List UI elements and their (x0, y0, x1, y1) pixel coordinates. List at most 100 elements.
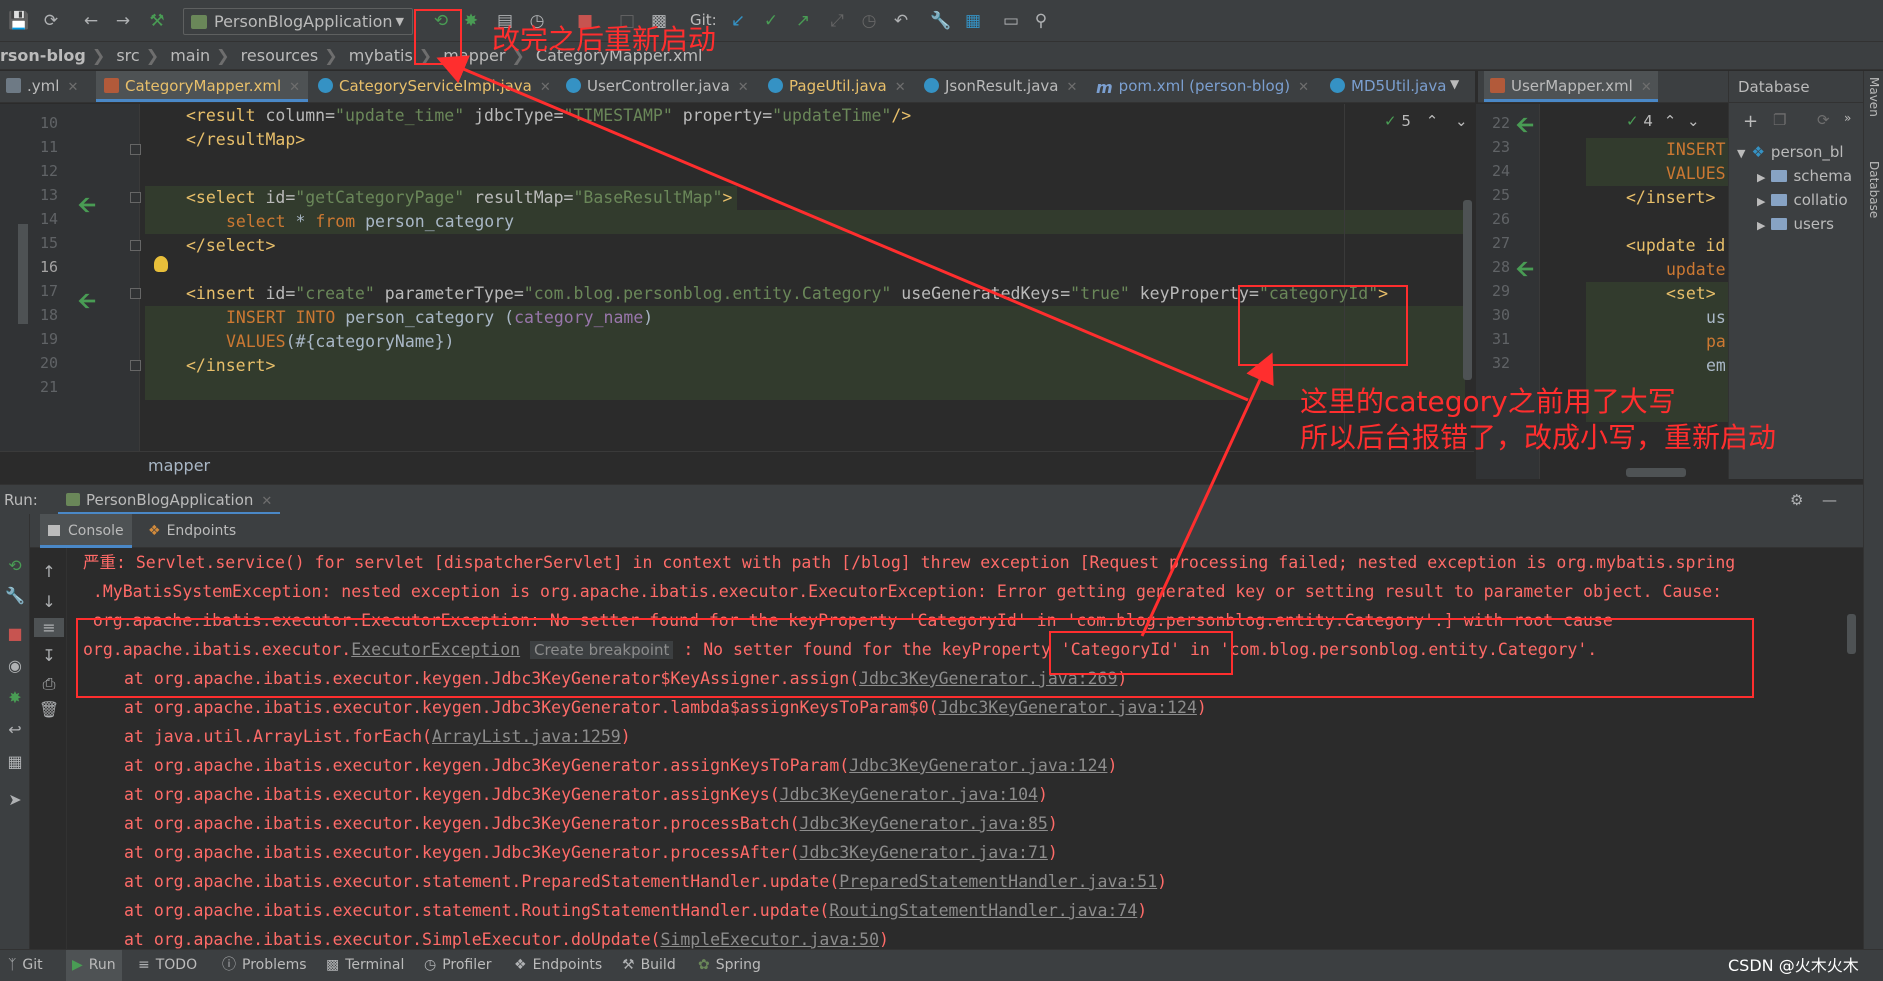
run-configuration-select[interactable]: PersonBlogApplication ▼ (183, 8, 413, 35)
git-tool-button[interactable]: ᛉ Git (8, 950, 43, 981)
tab-category-mapper[interactable]: CategoryMapper.xml ✕ (96, 71, 309, 102)
database-tool-button[interactable]: Database (1867, 161, 1881, 218)
tab-category-service-impl[interactable]: CategoryServiceImpl.java ✕ (318, 71, 551, 102)
close-icon[interactable]: ✕ (1066, 80, 1077, 95)
camera-icon[interactable]: ◉ (0, 656, 30, 675)
close-icon[interactable]: ✕ (67, 80, 78, 95)
gear-icon[interactable]: ⚙ (1790, 485, 1803, 515)
refresh-icon[interactable]: ⟳ (1817, 111, 1830, 129)
tab-console[interactable]: Console (40, 514, 132, 548)
git-commit-icon[interactable]: ✓ (760, 10, 782, 32)
search-icon[interactable]: ⚲ (1030, 10, 1052, 32)
settings-wrench-icon[interactable]: 🔧 (930, 10, 952, 32)
navigate-to-interface-icon[interactable]: 🡨 (1516, 108, 1534, 146)
db-tree-item[interactable]: ▶ schema (1757, 167, 1852, 185)
terminal-tool-button[interactable]: ▩ Terminal (326, 950, 404, 981)
source-link[interactable]: Jdbc3KeyGenerator.java:104 (780, 785, 1038, 804)
scroll-down-icon[interactable]: ↓ (34, 592, 64, 611)
tab-md5-util[interactable]: MD5Util.java (1330, 71, 1446, 102)
soft-wrap-icon[interactable]: ≡ (34, 618, 64, 637)
problems-tool-button[interactable]: ⓘ Problems (222, 950, 307, 981)
tab-user-controller[interactable]: UserController.java ✕ (566, 71, 749, 102)
close-icon[interactable]: ✕ (738, 80, 749, 95)
navigate-to-interface-icon[interactable]: 🡨 (1516, 252, 1534, 290)
db-tree-root[interactable]: ▼ ❖ person_bl (1737, 143, 1844, 161)
scroll-to-end-icon[interactable]: ↧ (34, 646, 64, 665)
add-icon[interactable]: + (1743, 111, 1758, 132)
horizontal-scrollbar[interactable] (1626, 468, 1686, 477)
lightbulb-icon[interactable] (154, 256, 168, 272)
endpoints-tool-button[interactable]: ❖ Endpoints (514, 950, 602, 981)
close-icon[interactable]: ✕ (289, 80, 300, 95)
editor-scrollbar[interactable] (1463, 200, 1472, 380)
console-output[interactable]: 严重: Servlet.service() for servlet [dispa… (67, 548, 1863, 949)
history-icon[interactable]: ◷ (858, 10, 880, 32)
sync-icon[interactable]: ⟳ (40, 10, 62, 32)
close-icon[interactable]: ✕ (895, 80, 906, 95)
close-icon[interactable]: ✕ (540, 80, 551, 95)
more-icon[interactable]: » (1844, 111, 1851, 125)
back-icon[interactable]: ← (80, 10, 102, 32)
db-tree-item[interactable]: ▶ collatio (1757, 191, 1848, 209)
breadcrumb-main[interactable]: main (170, 42, 210, 69)
todo-tool-button[interactable]: ≡ TODO (138, 950, 197, 981)
source-link[interactable]: Jdbc3KeyGenerator.java:124 (849, 756, 1107, 775)
stop-icon[interactable]: ■ (0, 624, 30, 643)
source-link[interactable]: RoutingStatementHandler.java:74 (829, 901, 1137, 920)
copy-icon[interactable]: ❐ (1773, 111, 1786, 129)
tab-user-mapper[interactable]: UserMapper.xml ✕ (1484, 71, 1658, 102)
close-icon[interactable]: ✕ (1298, 80, 1309, 95)
breadcrumb-src[interactable]: src (116, 42, 139, 69)
spring-tool-button[interactable]: ✿ Spring (698, 950, 761, 981)
tab-yml[interactable]: .yml ✕ (6, 71, 78, 102)
navigate-to-interface-icon[interactable]: 🡨 (78, 188, 96, 226)
source-link[interactable]: Jdbc3KeyGenerator.java:124 (939, 698, 1197, 717)
console-scrollbar[interactable] (1847, 614, 1856, 654)
run-tab[interactable]: PersonBlogApplication ✕ (58, 485, 281, 515)
tab-json-result[interactable]: JsonResult.java ✕ (924, 71, 1077, 102)
run-tool-button[interactable]: ▶ Run (66, 950, 122, 981)
profiler-tool-button[interactable]: ◷ Profiler (424, 950, 492, 981)
source-link[interactable]: PreparedStatementHandler.java:51 (839, 872, 1157, 891)
git-push-icon[interactable]: ↗ (792, 10, 814, 32)
project-structure-icon[interactable]: ▦ (962, 10, 984, 32)
main-editor[interactable]: 10 11 12 13 14 15 16 17 18 19 20 21 🡨 🡨 … (0, 104, 1474, 451)
source-link[interactable]: SimpleExecutor.java:50 (660, 930, 879, 949)
trash-icon[interactable]: 🗑 (34, 700, 64, 719)
source-link[interactable]: Jdbc3KeyGenerator.java:71 (800, 843, 1048, 862)
close-icon[interactable]: ✕ (1641, 80, 1652, 95)
git-merge-icon[interactable]: ⤢ (826, 10, 848, 32)
presentation-icon[interactable]: ▭ (1000, 10, 1022, 32)
fold-icon[interactable] (130, 144, 141, 155)
exit-icon[interactable]: ↩ (0, 720, 30, 739)
fold-icon[interactable] (130, 288, 141, 299)
maven-tool-button[interactable]: Maven (1867, 77, 1881, 117)
close-icon[interactable]: ✕ (261, 494, 272, 509)
build-tool-button[interactable]: ⚒ Build (622, 950, 676, 981)
fold-icon[interactable] (130, 240, 141, 251)
save-icon[interactable]: 💾 (8, 10, 30, 32)
print-icon[interactable]: ⎙ (34, 674, 64, 694)
scroll-up-icon[interactable]: ↑ (34, 562, 64, 581)
forward-icon[interactable]: → (112, 10, 134, 32)
tab-endpoints[interactable]: ❖ Endpoints (148, 514, 236, 548)
tabs-dropdown-icon[interactable]: ▼ (1450, 77, 1459, 91)
tab-page-util[interactable]: PageUtil.java ✕ (768, 71, 906, 102)
fold-icon[interactable] (130, 192, 141, 203)
breadcrumb-mybatis[interactable]: mybatis (349, 42, 413, 69)
rerun-icon[interactable]: ⟲ (0, 556, 30, 575)
rollback-icon[interactable]: ↶ (890, 10, 912, 32)
debug-icon[interactable]: ✸ (460, 10, 482, 32)
fold-icon[interactable] (130, 360, 141, 371)
inspection-widget[interactable]: ✓ 5 ⌃ ⌄ (1384, 112, 1468, 130)
breadcrumb-resources[interactable]: resources (241, 42, 319, 69)
tab-pom[interactable]: m pom.xml (person-blog) ✕ (1096, 71, 1309, 102)
git-update-icon[interactable]: ↙ (727, 10, 749, 32)
breadcrumb-project[interactable]: rson-blog (0, 42, 86, 69)
navigate-to-interface-icon[interactable]: 🡨 (78, 284, 96, 322)
build-hammer-icon[interactable]: ⚒ (146, 10, 168, 32)
minimize-icon[interactable]: — (1822, 485, 1837, 515)
wrench-icon[interactable]: 🔧 (0, 586, 30, 605)
inspection-widget[interactable]: ✓ 4 ⌃ ⌄ (1626, 112, 1700, 130)
footer-breadcrumb-item[interactable]: mapper (148, 456, 210, 475)
